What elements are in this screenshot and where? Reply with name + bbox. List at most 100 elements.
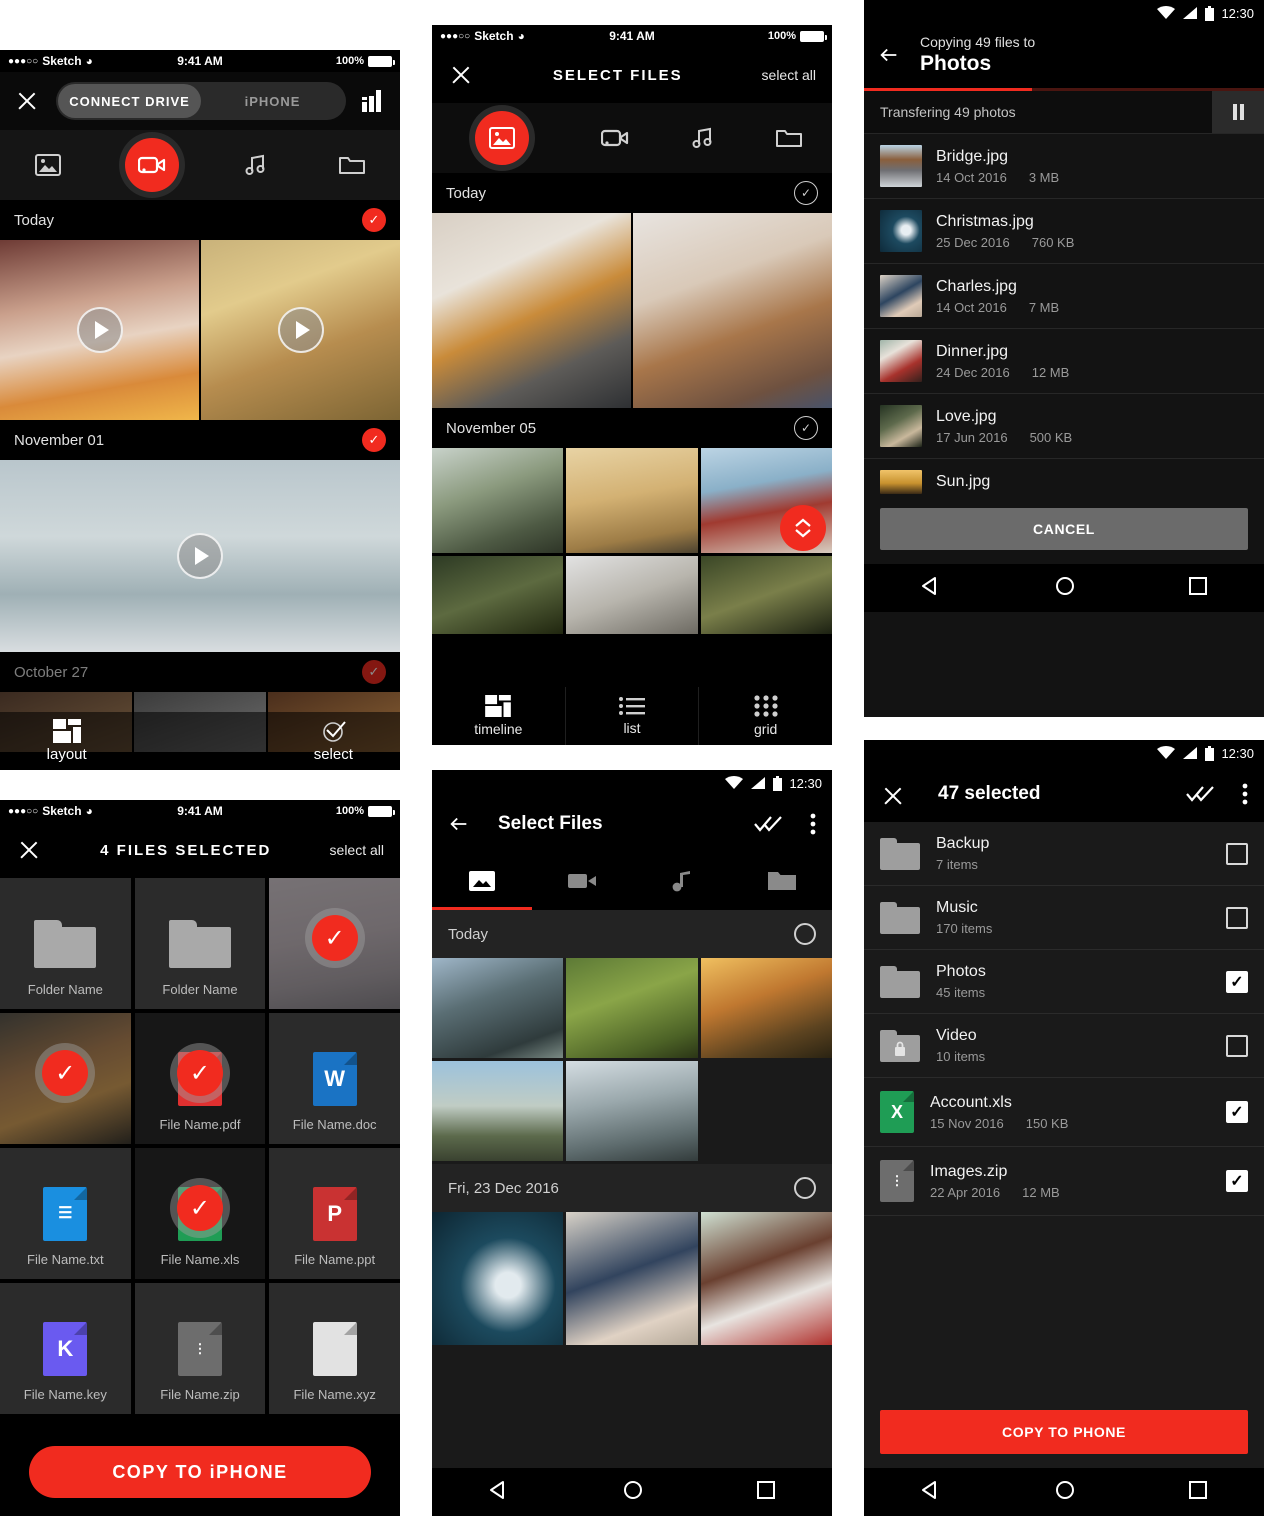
photo-thumb-4[interactable] (566, 448, 698, 553)
video-tab[interactable] (572, 127, 659, 149)
item-checkbox[interactable] (1226, 906, 1248, 929)
photo-thumb-8[interactable] (700, 1212, 832, 1345)
table-row[interactable]: Charles.jpg 14 Oct 2016 7 MB (864, 264, 1264, 329)
grid-cell-key[interactable]: K File Name.key (0, 1283, 131, 1414)
section-header-october-27[interactable]: October 27 ✓ (0, 652, 400, 692)
photo-thumb-8[interactable] (700, 556, 832, 634)
table-row[interactable]: Love.jpg 17 Jun 2016 500 KB (864, 394, 1264, 459)
grid-cell-zip[interactable]: ⋮ File Name.zip (134, 1283, 266, 1414)
section-check-icon[interactable]: ✓ (362, 428, 386, 452)
video-thumb-3[interactable] (0, 460, 400, 652)
video-thumb-2[interactable] (201, 240, 400, 420)
list-item[interactable]: ⋮ Images.zip 22 Apr 2016 12 MB ✓ (864, 1147, 1264, 1216)
timeline-button[interactable]: timeline (432, 687, 566, 745)
pause-icon[interactable] (1212, 91, 1264, 133)
photo-thumb-6[interactable] (432, 556, 564, 634)
music-tab[interactable] (632, 852, 732, 910)
photo-thumb-1[interactable] (432, 958, 564, 1058)
grid-cell-doc[interactable]: W File Name.doc (269, 1013, 400, 1144)
grid-cell-ppt[interactable]: P File Name.ppt (269, 1148, 400, 1279)
overflow-menu-icon[interactable] (810, 813, 816, 835)
section-check-icon[interactable]: ✓ (794, 416, 818, 440)
photo-thumb-7[interactable] (566, 556, 698, 634)
music-tab[interactable] (235, 145, 275, 185)
select-all-icon[interactable] (1186, 785, 1214, 803)
segment-iphone[interactable]: iPHONE (201, 84, 344, 118)
section-header-today[interactable]: Today ✓ (432, 173, 832, 213)
close-icon[interactable] (448, 62, 474, 88)
section-check-icon[interactable]: ✓ (794, 181, 818, 205)
recents-nav-button[interactable] (1189, 576, 1207, 600)
segment-connect-drive[interactable]: CONNECT DRIVE (58, 84, 201, 118)
section-check-icon[interactable] (794, 1177, 816, 1199)
section-check-icon[interactable]: ✓ (362, 660, 386, 684)
select-button[interactable]: select (266, 712, 400, 770)
back-arrow-icon[interactable] (878, 44, 900, 66)
table-row[interactable]: Bridge.jpg 14 Oct 2016 3 MB (864, 134, 1264, 199)
table-row[interactable]: Dinner.jpg 24 Dec 2016 12 MB (864, 329, 1264, 394)
section-header-november-05[interactable]: November 05 ✓ (432, 408, 832, 448)
folder-tab[interactable] (745, 127, 832, 149)
list-item[interactable]: Photos 45 items ✓ (864, 950, 1264, 1014)
photo-thumb-4[interactable] (432, 1061, 564, 1161)
back-nav-button[interactable] (921, 576, 941, 601)
close-icon[interactable] (880, 783, 902, 805)
music-tab[interactable] (659, 126, 746, 150)
selected-check-icon[interactable]: ✓ (42, 1050, 89, 1097)
list-item[interactable]: Video 10 items (864, 1014, 1264, 1078)
item-checkbox[interactable] (1226, 842, 1248, 865)
table-row[interactable]: Sun.jpg (864, 459, 1264, 498)
photo-thumb-3[interactable] (700, 958, 832, 1058)
back-arrow-icon[interactable] (448, 813, 470, 835)
home-nav-button[interactable] (623, 1480, 643, 1505)
equalizer-icon[interactable] (362, 90, 386, 112)
home-nav-button[interactable] (1055, 1480, 1075, 1505)
section-check-icon[interactable] (794, 923, 816, 945)
grid-cell-folder[interactable]: Folder Name (0, 878, 131, 1009)
list-item[interactable]: Backup 7 items (864, 822, 1264, 886)
recents-nav-button[interactable] (1189, 1480, 1207, 1504)
selected-check-icon[interactable]: ✓ (311, 915, 358, 962)
item-checkbox[interactable]: ✓ (1226, 1101, 1248, 1123)
table-row[interactable]: Christmas.jpg 25 Dec 2016 760 KB (864, 199, 1264, 264)
photo-thumb-3[interactable] (432, 448, 564, 553)
select-all-button[interactable]: select all (762, 67, 816, 83)
section-check-icon[interactable]: ✓ (362, 208, 386, 232)
overflow-menu-icon[interactable] (1242, 783, 1248, 805)
section-header-today[interactable]: Today ✓ (0, 200, 400, 240)
photo-thumb-7[interactable] (566, 1212, 698, 1345)
recents-nav-button[interactable] (757, 1480, 775, 1504)
photo-thumb-1[interactable] (432, 213, 631, 408)
grid-button[interactable]: grid (699, 687, 832, 745)
layout-button[interactable]: layout (0, 712, 134, 770)
photo-tab[interactable] (475, 111, 529, 165)
video-tab[interactable] (532, 852, 632, 910)
scroll-fab[interactable] (780, 505, 826, 551)
play-icon[interactable] (76, 307, 123, 353)
grid-cell-photo[interactable]: ✓ (269, 878, 400, 1009)
home-nav-button[interactable] (1055, 576, 1075, 601)
source-segmented-control[interactable]: CONNECT DRIVE iPHONE (56, 82, 346, 120)
grid-cell-unknown[interactable]: File Name.xyz (269, 1283, 400, 1414)
photo-thumb-6[interactable] (432, 1212, 564, 1345)
photo-thumb-2[interactable] (566, 958, 698, 1058)
list-button[interactable]: list (565, 687, 700, 745)
back-nav-button[interactable] (489, 1480, 509, 1505)
video-tab[interactable] (124, 138, 179, 192)
close-icon[interactable] (14, 88, 40, 114)
copy-to-iphone-button[interactable]: COPY TO iPHONE (29, 1446, 371, 1498)
list-item[interactable]: X Account.xls 15 Nov 2016 150 KB ✓ (864, 1078, 1264, 1147)
photo-tab[interactable] (432, 852, 532, 910)
grid-cell-txt[interactable]: ☰ File Name.txt (0, 1148, 131, 1279)
grid-cell-xls[interactable]: X ✓ File Name.xls (134, 1148, 266, 1279)
copy-to-phone-button[interactable]: COPY TO PHONE (880, 1410, 1248, 1454)
item-checkbox[interactable]: ✓ (1226, 970, 1248, 993)
video-thumb-1[interactable] (0, 240, 199, 420)
item-checkbox[interactable]: ✓ (1226, 1170, 1248, 1192)
grid-cell-photo[interactable]: ✓ (0, 1013, 131, 1144)
cancel-button[interactable]: CANCEL (880, 508, 1248, 550)
selected-check-icon[interactable]: ✓ (176, 1050, 223, 1097)
back-nav-button[interactable] (921, 1480, 941, 1505)
photo-tab[interactable] (28, 145, 68, 185)
section-header-fri-23-dec[interactable]: Fri, 23 Dec 2016 (432, 1164, 832, 1212)
